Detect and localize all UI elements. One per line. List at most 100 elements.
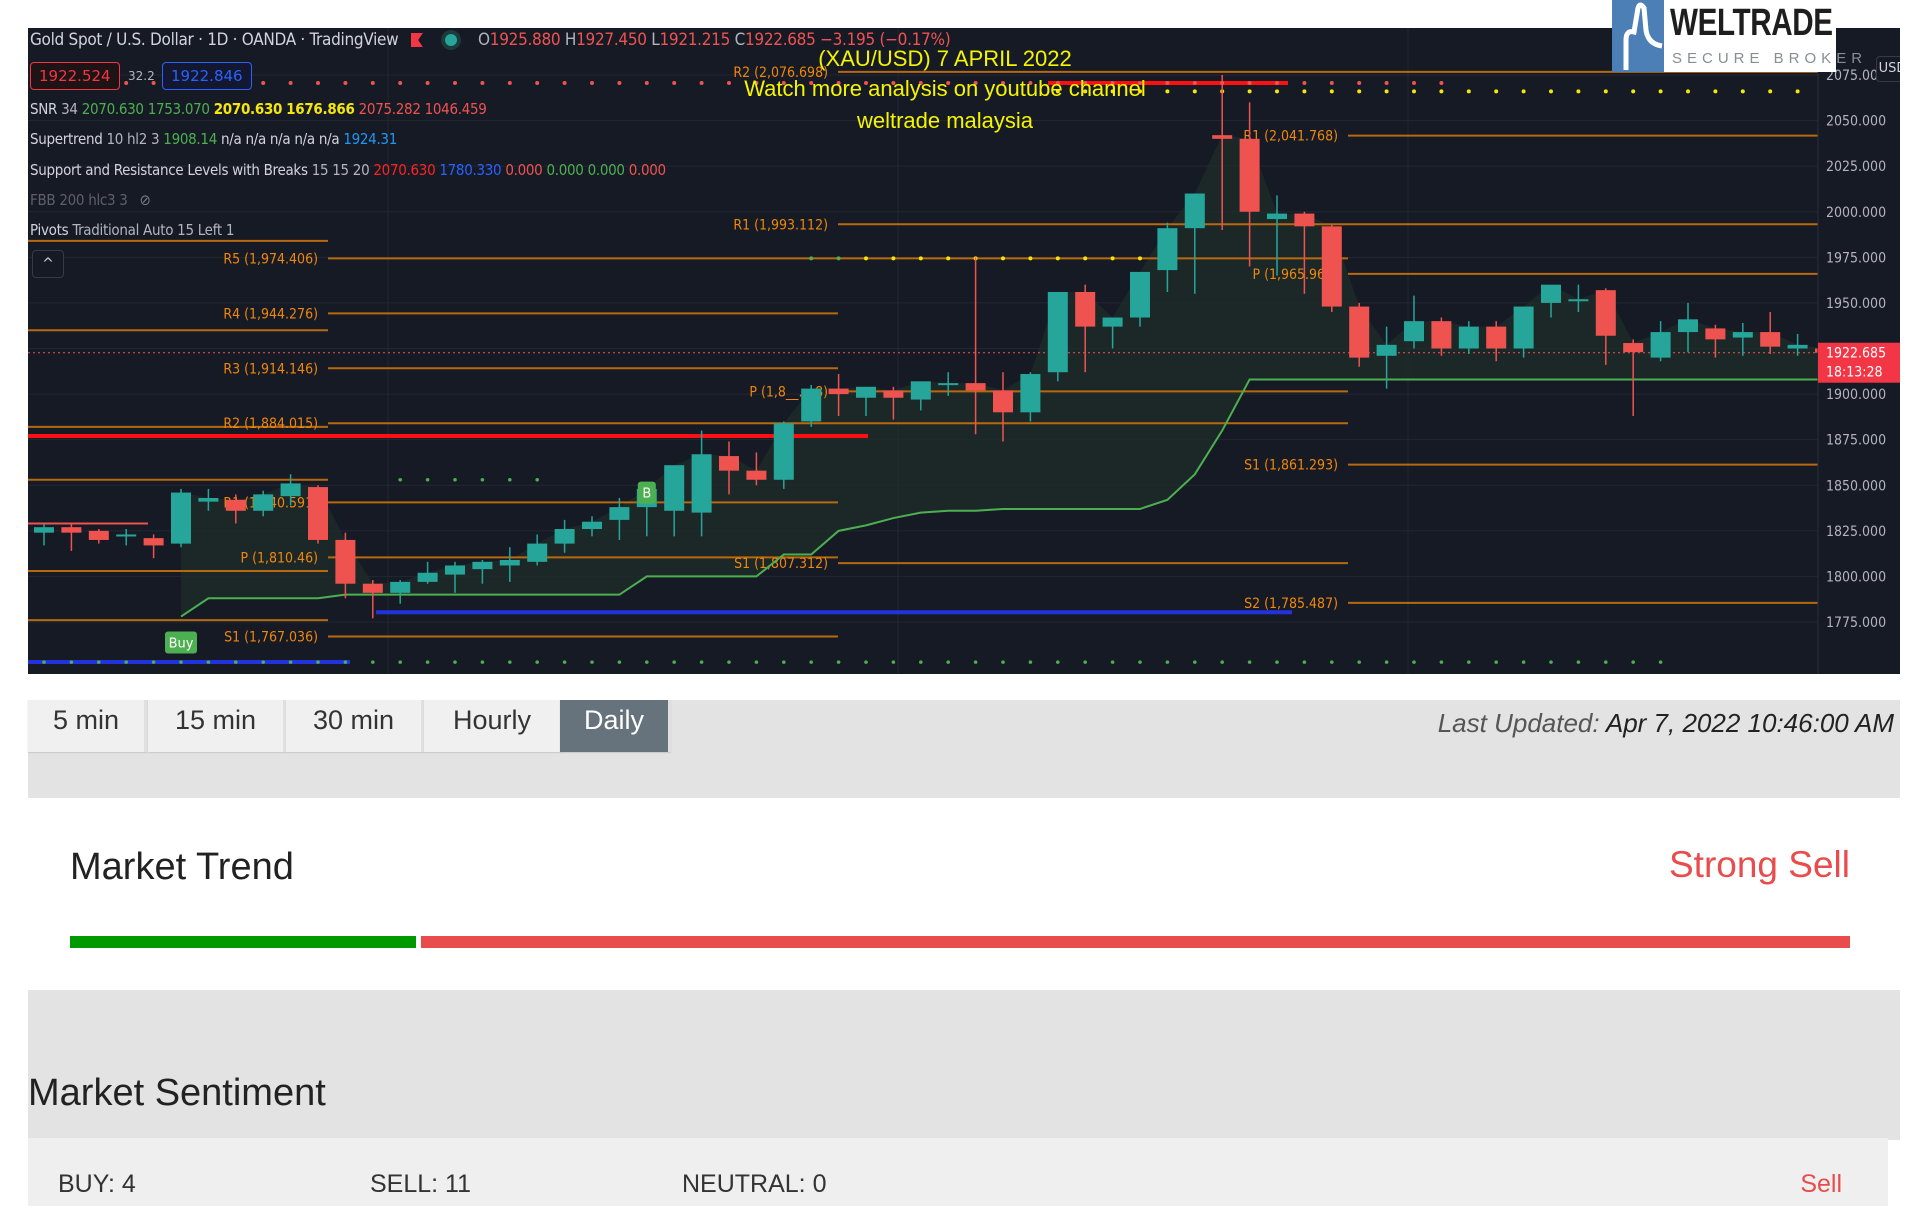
pivot-label: S1 (1,767.036) — [224, 630, 318, 646]
indicator-value: 1676.866 — [286, 100, 355, 118]
dot-marker — [124, 660, 128, 664]
trend-bar-sell — [420, 936, 1850, 948]
tab-5-min[interactable]: 5 min — [28, 700, 147, 752]
dot-marker — [179, 660, 183, 664]
dot-marker — [1001, 660, 1005, 664]
indicator-sr-levels[interactable]: Support and Resistance Levels with Break… — [30, 161, 666, 179]
indicator-value: 0.000 — [546, 161, 584, 179]
dot-marker — [672, 660, 676, 664]
dot-marker — [398, 81, 403, 86]
market-sentiment-row: BUY: 4 SELL: 11 NEUTRAL: 0 Sell — [28, 1138, 1888, 1206]
pivot-label: S2 (1,785.487) — [1244, 596, 1338, 612]
indicator-name: Supertrend — [30, 130, 103, 148]
dot-marker — [1055, 256, 1060, 261]
candle-body — [965, 383, 986, 391]
overlay-title: (XAU/USD) 7 APRIL 2022 — [818, 46, 1072, 71]
sentiment-section — [28, 990, 1900, 1140]
dot-marker — [1028, 256, 1033, 261]
candle-body — [801, 388, 822, 422]
currency-dropdown[interactable]: USD ⌄ — [1876, 56, 1900, 82]
candle-body — [34, 527, 54, 533]
dot-marker — [1247, 81, 1252, 86]
candle-body — [280, 483, 301, 497]
sentiment-buy-count: BUY: 4 — [58, 1170, 136, 1198]
price-chart[interactable]: R5 (1,974.406) R4 (1,944.276) R3 (1,914.14… — [28, 28, 1900, 674]
dot-marker — [918, 256, 923, 261]
candle-body — [1267, 213, 1287, 220]
last-price-value: 1922.685 — [1826, 346, 1886, 362]
indicator-name: Support and Resistance Levels with Break… — [30, 161, 308, 179]
dot-marker — [919, 660, 923, 664]
dot-marker — [562, 660, 567, 664]
dot-marker — [1686, 89, 1690, 94]
dot-marker — [1576, 660, 1581, 664]
dot-marker — [1001, 256, 1005, 261]
candle-body — [856, 386, 876, 398]
dot-marker — [1768, 89, 1773, 94]
dot-marker — [316, 81, 320, 86]
candle-body — [910, 381, 931, 400]
dot-marker — [1302, 89, 1307, 94]
candle-body — [308, 487, 328, 540]
price-axis-tick: 2025.000 — [1826, 159, 1886, 175]
pivot-label: S1 (1,807.312) — [734, 556, 828, 572]
dot-marker — [1330, 660, 1334, 664]
tab-daily[interactable]: Daily — [560, 700, 671, 752]
indicator-pivots[interactable]: Pivots Traditional Auto 15 Left 1 — [30, 221, 234, 239]
dot-marker — [288, 81, 293, 86]
indicator-supertrend[interactable]: Supertrend 10 hl2 3 1908.14 n/a n/a n/a … — [30, 130, 397, 148]
dot-marker — [1220, 660, 1224, 664]
dot-marker — [1658, 89, 1663, 94]
collapse-legend-button[interactable]: ^ — [32, 250, 64, 278]
candle-body — [88, 530, 109, 540]
dot-marker — [261, 660, 265, 664]
tab-30-min[interactable]: 30 min — [286, 700, 424, 752]
candle-body — [1678, 319, 1698, 333]
sell-price-button[interactable]: 1922.524 — [30, 62, 120, 90]
dot-marker — [1165, 660, 1170, 664]
indicator-name: Pivots — [30, 221, 69, 239]
candle-body — [746, 470, 767, 480]
tab-15-min[interactable]: 15 min — [148, 700, 286, 752]
candle-body — [527, 543, 548, 562]
price-axis-tick: 1800.000 — [1826, 569, 1886, 585]
dot-marker — [1713, 89, 1718, 94]
dot-marker — [864, 660, 868, 664]
dot-marker — [535, 660, 539, 664]
indicator-snr[interactable]: SNR 34 2070.630 1753.070 2070.630 1676.8… — [30, 100, 487, 118]
candle-body — [1650, 332, 1671, 358]
dot-marker — [1384, 660, 1389, 664]
flag-icon[interactable] — [410, 33, 423, 47]
indicator-fbb[interactable]: FBB 200 hlc3 3 ⊘ — [30, 191, 151, 209]
candle-body — [1787, 344, 1808, 349]
tab-hourly[interactable]: Hourly — [424, 700, 563, 752]
candle-body — [253, 494, 274, 511]
dot-marker — [453, 477, 457, 482]
sentiment-signal: Sell — [1800, 1170, 1842, 1198]
dot-marker — [809, 660, 813, 664]
dot-marker — [234, 660, 238, 664]
dot-marker — [1056, 660, 1060, 664]
dot-marker — [1631, 660, 1635, 664]
overlay-subtitle: Watch more analysis on youtube channel — [744, 76, 1146, 101]
indicator-params: 15 15 20 — [311, 161, 370, 179]
candle-body — [883, 390, 904, 398]
dot-marker — [1275, 89, 1279, 94]
candle-body — [1732, 332, 1753, 338]
candle-body — [1376, 344, 1397, 356]
candle-body — [1184, 193, 1205, 229]
dot-marker — [535, 477, 539, 482]
buy-price-button[interactable]: 1922.846 — [162, 62, 252, 90]
candle-body — [143, 538, 164, 546]
price-axis-tick: 1875.000 — [1826, 433, 1886, 449]
dot-marker — [453, 81, 457, 86]
candle-body — [773, 423, 794, 480]
symbol-title[interactable]: Gold Spot / U.S. Dollar · 1D · OANDA · T… — [30, 30, 399, 50]
candle-body — [719, 456, 739, 471]
hidden-eye-icon[interactable]: ⊘ — [140, 191, 151, 209]
market-trend-value: Strong Sell — [1669, 844, 1850, 885]
high-value: 1927.450 — [576, 30, 647, 50]
dot-marker — [1110, 660, 1115, 664]
candle-body — [390, 581, 411, 593]
dot-marker — [1083, 256, 1088, 261]
